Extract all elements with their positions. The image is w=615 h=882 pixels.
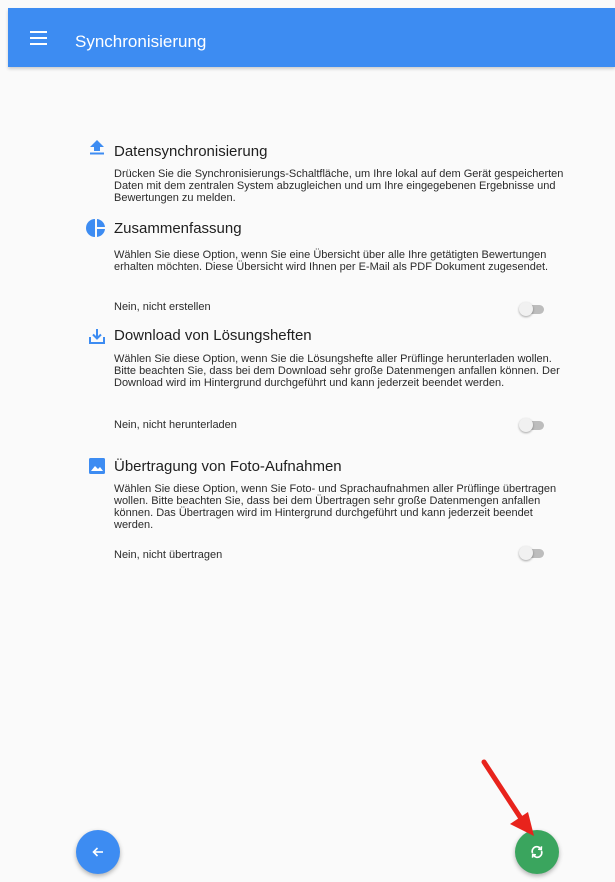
section-title-datensynchronisierung: Datensynchronisierung [114,143,268,160]
sync-screen: Synchronisierung Datensynchronisierung D… [0,0,615,882]
image-icon [88,457,106,475]
section-title-foto-aufnahmen: Übertragung von Foto-Aufnahmen [114,458,342,475]
red-arrow-icon [481,759,534,836]
toggle-zusammenfassung[interactable] [519,302,545,316]
toggle-download[interactable] [519,418,545,432]
option-label-foto-aufnahmen: Nein, nicht übertragen [114,549,223,561]
section-description-foto-aufnahmen: Wählen Sie diese Option, wenn Sie Foto- … [114,483,557,531]
sync-icon [531,845,543,859]
section-title-zusammenfassung: Zusammenfassung [114,220,242,237]
section-title-download: Download von Lösungsheften [114,327,312,344]
menu-icon[interactable] [30,31,47,45]
page-title: Synchronisierung [75,32,207,51]
toggle-thumb [519,546,533,560]
option-label-download: Nein, nicht herunterladen [114,419,237,431]
section-description-download: Wählen Sie diese Option, wenn Sie die Lö… [114,353,560,389]
option-label-zusammenfassung: Nein, nicht erstellen [114,301,211,313]
toggle-thumb [519,418,533,432]
pie-chart-icon [86,218,106,238]
toggle-foto-aufnahmen[interactable] [519,546,545,560]
back-button[interactable] [76,830,120,874]
section-description-zusammenfassung: Wählen Sie diese Option, wenn Sie eine Ü… [114,249,549,273]
arrow-left-icon [92,847,103,857]
download-icon [88,327,106,345]
toggle-thumb [519,302,533,316]
upload-icon [88,138,106,156]
section-description-datensynchronisierung: Drücken Sie die Synchronisierungs-Schalt… [114,168,564,204]
